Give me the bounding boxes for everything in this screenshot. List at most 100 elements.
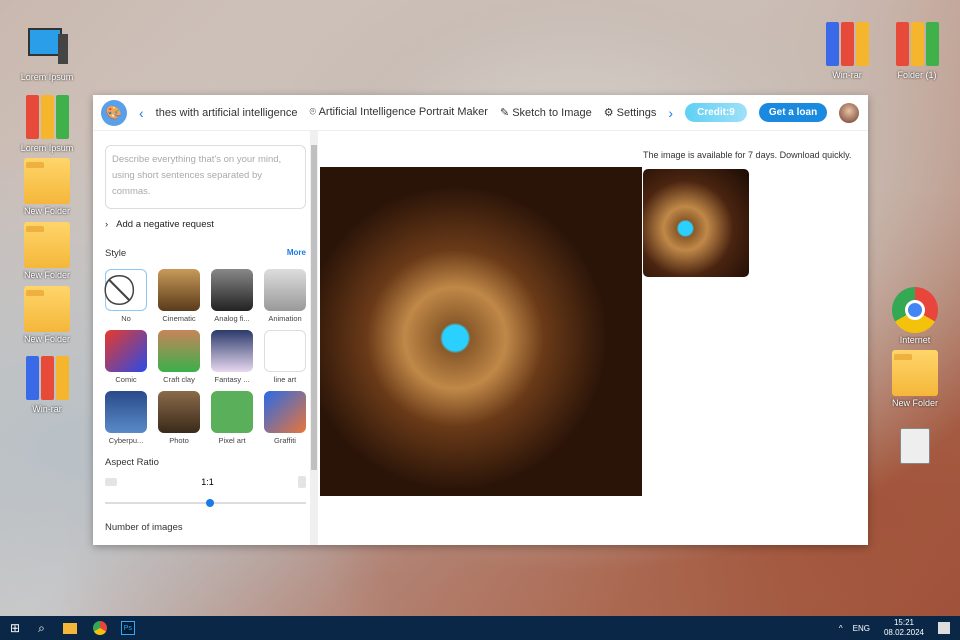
style-label: Pixel art: [218, 436, 246, 445]
style-label: Craft clay: [163, 375, 195, 384]
style-thumbnail: [264, 269, 306, 311]
taskbar: ⊞ ⌕ Ps ^ ENG 15:21 08.02.2024: [0, 616, 960, 640]
image-thumbnail[interactable]: [643, 169, 749, 277]
style-label: Animation: [268, 314, 302, 323]
style-option[interactable]: Comic: [105, 330, 147, 384]
app-window: 🎨 ‹ thes with artificial intelligence ⌾ …: [93, 95, 868, 545]
style-option[interactable]: Photo: [158, 391, 200, 445]
face-scan-icon: ⌾: [309, 106, 319, 118]
tab-settings[interactable]: ⚙ Settings: [604, 106, 657, 119]
style-option[interactable]: Cinematic: [158, 269, 200, 323]
negative-request-toggle[interactable]: › Add a negative request: [105, 219, 306, 230]
style-label: Comic: [115, 375, 137, 384]
desktop-icon-folder[interactable]: New Folder: [12, 158, 82, 216]
style-label: Photo: [169, 436, 189, 445]
winrar-icon: [24, 356, 70, 402]
binder-icon: [894, 22, 940, 68]
folder-icon: [24, 286, 70, 332]
photoshop-icon[interactable]: Ps: [120, 621, 135, 635]
folder-icon: [892, 350, 938, 396]
tray-chevron-icon[interactable]: ^: [839, 624, 843, 633]
style-thumbnail: [158, 330, 200, 372]
style-option[interactable]: ⃠ No: [105, 269, 147, 323]
style-label: Style: [105, 248, 127, 259]
style-thumbnail: [105, 391, 147, 433]
winrar-icon: [824, 22, 870, 68]
computer-icon: [24, 24, 70, 70]
desktop-icon-folder[interactable]: New Folder: [12, 222, 82, 280]
aspect-ratio-label: Aspect Ratio: [105, 457, 159, 468]
desktop-icon-folder[interactable]: New Folder: [12, 286, 82, 344]
notice-text: The image is available for 7 days. Downl…: [643, 150, 852, 160]
style-thumbnail: [105, 330, 147, 372]
avatar[interactable]: [839, 102, 860, 123]
tab-text-synthesis[interactable]: thes with artificial intelligence: [156, 107, 298, 119]
desktop-icon-computer[interactable]: Lorem Ipsum: [12, 24, 82, 82]
tab-portrait-maker[interactable]: ⌾ Artificial Intelligence Portrait Maker: [310, 106, 488, 119]
style-option[interactable]: Cyberpu...: [105, 391, 147, 445]
style-thumbnail: [211, 330, 253, 372]
header: 🎨 ‹ thes with artificial intelligence ⌾ …: [93, 95, 868, 131]
pencil-icon: ✎: [499, 107, 513, 119]
binder-icon: [24, 95, 70, 141]
file-explorer-icon[interactable]: [62, 622, 77, 634]
palette-logo-icon[interactable]: 🎨: [101, 99, 127, 126]
aspect-slider[interactable]: [105, 499, 306, 507]
sidebar-scrollbar[interactable]: [310, 131, 318, 545]
style-thumbnail: [211, 391, 253, 433]
style-thumbnail: [158, 391, 200, 433]
style-thumbnail: [264, 330, 306, 372]
folder-icon: [24, 222, 70, 268]
portrait-icon[interactable]: [297, 476, 306, 488]
aspect-value: 1:1: [201, 477, 214, 487]
desktop-icon-winrar[interactable]: Win-rar: [812, 22, 882, 80]
tab-sketch-to-image[interactable]: ✎ Sketch to Image: [500, 106, 592, 119]
generated-image[interactable]: [320, 167, 642, 496]
style-label: Cyberpu...: [108, 436, 144, 445]
desktop-icon-chrome[interactable]: Internet: [880, 287, 950, 345]
style-thumbnail: [158, 269, 200, 311]
slider-handle[interactable]: [205, 499, 214, 507]
style-thumbnail: [211, 269, 253, 311]
style-thumbnail: [264, 391, 306, 433]
folder-icon: [24, 158, 70, 204]
desktop-icon-binders[interactable]: Lorem Ipsum: [12, 95, 82, 153]
chrome-icon[interactable]: [92, 621, 107, 635]
style-option[interactable]: Pixel art: [211, 391, 253, 445]
desktop-icon-winrar[interactable]: Win-rar: [12, 356, 82, 414]
gear-icon: ⚙: [603, 107, 617, 119]
notification-icon[interactable]: [938, 622, 950, 634]
search-icon[interactable]: ⌕: [38, 621, 45, 636]
clock[interactable]: 15:21 08.02.2024: [884, 618, 924, 638]
style-label: line art: [273, 375, 297, 384]
style-option[interactable]: Fantasy ...: [211, 330, 253, 384]
style-label: Cinematic: [162, 314, 196, 323]
style-option[interactable]: Animation: [264, 269, 306, 323]
recycle-bin[interactable]: [880, 420, 950, 468]
number-of-images-label: Number of images: [105, 522, 183, 533]
credit-badge[interactable]: Credit:9: [685, 103, 747, 122]
style-option[interactable]: Graffiti: [264, 391, 306, 445]
style-option[interactable]: Analog fi...: [211, 269, 253, 323]
trash-icon: [892, 420, 938, 466]
chrome-icon: [892, 287, 938, 333]
style-label: Analog fi...: [214, 314, 250, 323]
style-label: No: [121, 314, 131, 323]
language-indicator[interactable]: ENG: [853, 624, 870, 633]
landscape-icon[interactable]: [105, 478, 117, 486]
windows-start-icon[interactable]: ⊞: [10, 621, 20, 635]
style-label: Graffiti: [274, 436, 296, 445]
style-option[interactable]: line art: [264, 330, 306, 384]
desktop-icon-folder[interactable]: New Folder: [880, 350, 950, 408]
prompt-input[interactable]: Describe everything that's on your mind,…: [105, 145, 306, 209]
get-loan-button[interactable]: Get a loan: [758, 103, 828, 122]
no-style-icon: ⃠: [105, 269, 147, 311]
desktop-icon-binders[interactable]: Folder (1): [882, 22, 952, 80]
style-option[interactable]: Craft clay: [158, 330, 200, 384]
chevron-left-icon[interactable]: ‹: [139, 105, 144, 121]
chevron-right-icon: ›: [105, 219, 109, 230]
more-link[interactable]: More: [287, 248, 306, 259]
style-label: Fantasy ...: [214, 375, 250, 384]
sidebar: Describe everything that's on your mind,…: [93, 131, 318, 545]
chevron-right-icon[interactable]: ›: [668, 105, 673, 121]
